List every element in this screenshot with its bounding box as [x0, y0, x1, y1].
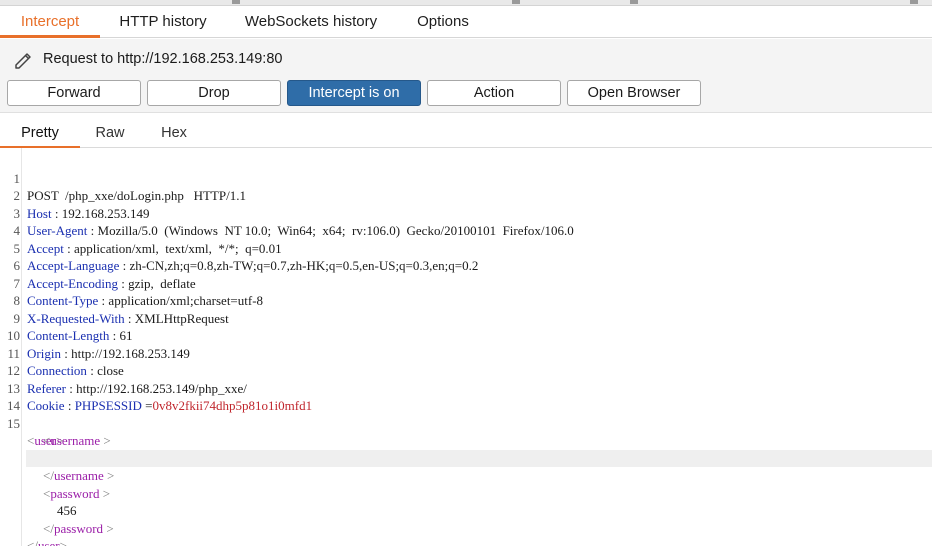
open-browser-button[interactable]: Open Browser [567, 80, 701, 106]
header-line: 7 Content-Type : application/xml;charset… [13, 275, 264, 309]
header-line: 9 Content-Length : 61 [13, 310, 133, 344]
xml-username-close: </username > [26, 449, 932, 483]
tab-intercept[interactable]: Intercept [0, 6, 100, 38]
header-line: 11 Connection : close [7, 345, 124, 379]
empty-line: 14 [7, 398, 20, 413]
header-line: 6 Accept-Encoding : gzip, deflate [13, 258, 196, 291]
header-line: 5 Accept-Language : zh-CN,zh;q=0.8,zh-TW… [13, 240, 479, 274]
xml-username-open: <username > [43, 433, 111, 448]
proxy-tab-bar: Intercept HTTP history WebSockets histor… [0, 6, 932, 38]
xml-password-value: 456 [57, 503, 77, 518]
header-line: 12 Referer : http://192.168.253.149/php_… [7, 363, 247, 396]
intercept-toggle-button[interactable]: Intercept is on [287, 80, 421, 106]
action-button[interactable]: Action [427, 80, 561, 106]
tab-raw[interactable]: Raw [80, 114, 140, 147]
intercept-toolbar: Forward Drop Intercept is on Action Open… [0, 79, 932, 113]
pencil-icon[interactable] [12, 48, 34, 70]
xml-password-close: </password > [43, 520, 114, 536]
header-line: 10 Origin : http://192.168.253.149 [7, 328, 190, 361]
header-line: 4 Accept : application/xml, text/xml, */… [13, 223, 282, 256]
tab-websockets-history[interactable]: WebSockets history [226, 6, 396, 37]
forward-button[interactable]: Forward [7, 80, 141, 106]
header-line: 2 Host : 192.168.253.149 [13, 188, 150, 221]
tab-pretty[interactable]: Pretty [0, 114, 80, 148]
xml-username-value: 123 [0, 432, 932, 466]
xml-root-close: </user> [27, 538, 67, 546]
message-view-tabs: Pretty Raw Hex [0, 114, 932, 148]
xml-root-open: 15 <user> [7, 415, 64, 449]
header-line: 8 X-Requested-With : XMLHttpRequest [13, 293, 229, 326]
tab-hex[interactable]: Hex [140, 114, 208, 147]
cookie-line: 13 Cookie : PHPSESSID =0v8v2fkii74dhp5p8… [7, 380, 313, 414]
drop-button[interactable]: Drop [147, 80, 281, 106]
request-line: 1 POST /php_xxe/doLogin.php HTTP/1.1 [13, 170, 246, 204]
tab-http-history[interactable]: HTTP history [100, 6, 226, 37]
header-line: 3 User-Agent : Mozilla/5.0 (Windows NT 1… [13, 205, 574, 239]
tab-options[interactable]: Options [396, 6, 490, 37]
xml-password-open: <password > [43, 485, 111, 501]
request-editor[interactable]: 1 POST /php_xxe/doLogin.php HTTP/1.1 2 H… [0, 148, 932, 546]
request-target-label: Request to http://192.168.253.149:80 [43, 51, 283, 67]
request-info-row: Request to http://192.168.253.149:80 [0, 39, 932, 79]
